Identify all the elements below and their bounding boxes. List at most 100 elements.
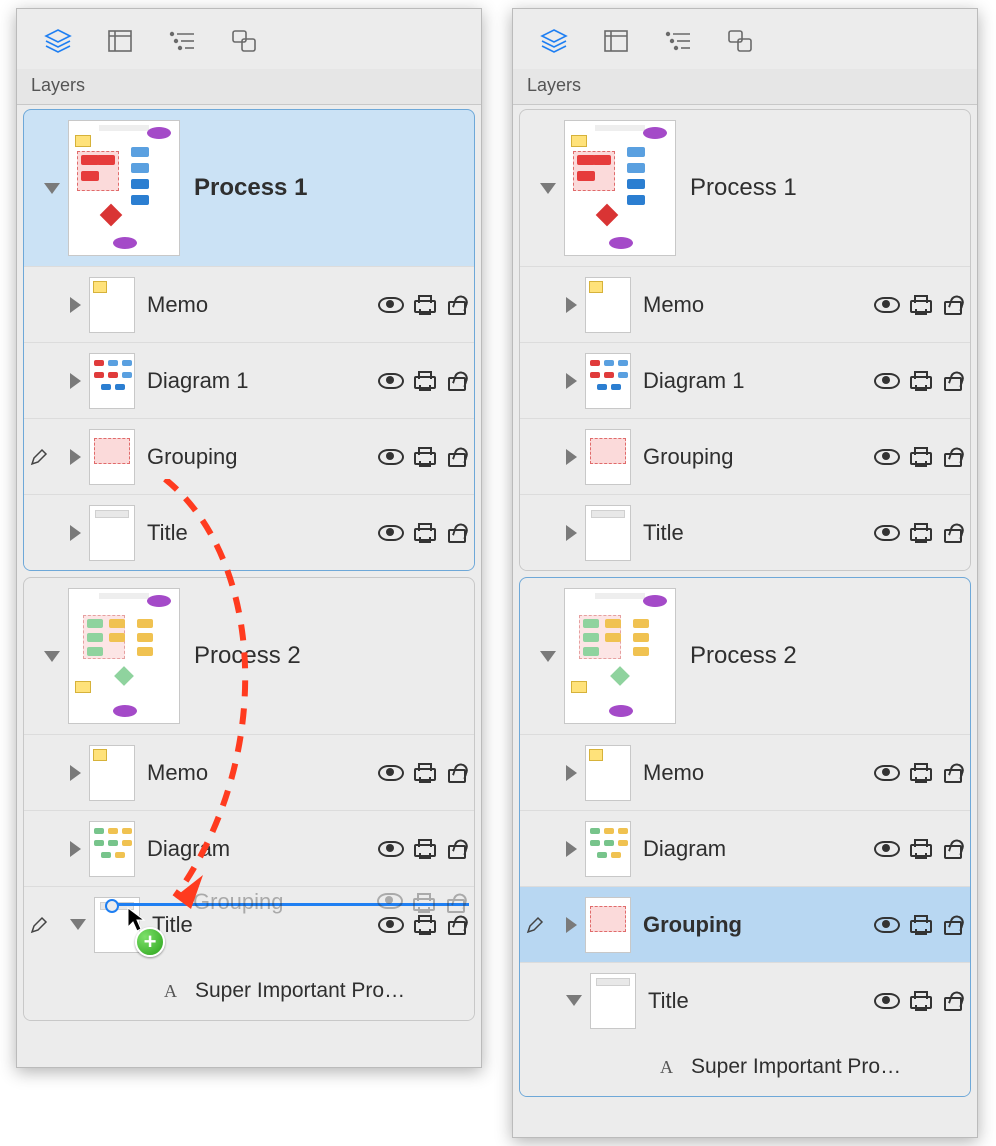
print-icon[interactable] (414, 371, 436, 391)
visibility-icon[interactable] (874, 449, 900, 465)
disclosure-right-icon[interactable] (566, 449, 577, 465)
visibility-icon[interactable] (874, 525, 900, 541)
print-icon[interactable] (910, 447, 932, 467)
layer-row-diagram[interactable]: Diagram (24, 810, 474, 886)
layers-tab-icon[interactable] (43, 27, 73, 55)
print-icon[interactable] (910, 763, 932, 783)
unlock-icon[interactable] (446, 295, 466, 315)
print-icon[interactable] (414, 295, 436, 315)
disclosure-right-icon[interactable] (566, 917, 577, 933)
layer-row-diagram1[interactable]: Diagram 1 (520, 342, 970, 418)
unlock-icon[interactable] (942, 371, 962, 391)
canvas-row-process1[interactable]: Process 1 (24, 110, 474, 266)
layer-row-title[interactable]: Title (520, 494, 970, 570)
unlock-icon[interactable] (942, 915, 962, 935)
canvases-tab-icon[interactable] (601, 27, 631, 55)
visibility-icon[interactable] (874, 841, 900, 857)
disclosure-right-icon[interactable] (70, 297, 81, 313)
layer-row-memo[interactable]: Memo (520, 266, 970, 342)
layers-tab-icon[interactable] (539, 27, 569, 55)
visibility-icon[interactable] (378, 525, 404, 541)
disclosure-right-icon[interactable] (566, 765, 577, 781)
layer-row-title[interactable]: Title (24, 494, 474, 570)
selection-tab-icon[interactable] (229, 27, 259, 55)
panel-title: Layers (513, 69, 977, 105)
visibility-icon[interactable] (378, 373, 404, 389)
visibility-icon[interactable] (378, 841, 404, 857)
disclosure-down-icon[interactable] (566, 995, 582, 1006)
text-item-row[interactable]: A Super Important Pro… (520, 1038, 970, 1096)
layer-row-memo[interactable]: Memo (24, 734, 474, 810)
unlock-icon[interactable] (942, 295, 962, 315)
canvas-row-process2[interactable]: Process 2 (24, 578, 474, 734)
layers-panel-after: Layers Process 1 Memo (512, 8, 978, 1138)
print-icon[interactable] (414, 447, 436, 467)
disclosure-right-icon[interactable] (70, 525, 81, 541)
print-icon[interactable] (910, 295, 932, 315)
visibility-icon[interactable] (378, 297, 404, 313)
canvases-tab-icon[interactable] (105, 27, 135, 55)
visibility-icon[interactable] (874, 993, 900, 1009)
unlock-icon[interactable] (446, 839, 466, 859)
disclosure-right-icon[interactable] (70, 841, 81, 857)
disclosure-down-icon[interactable] (540, 183, 556, 194)
disclosure-right-icon[interactable] (566, 841, 577, 857)
disclosure-down-icon[interactable] (44, 183, 60, 194)
layer-label: Title (648, 988, 874, 1014)
layer-row-grouping[interactable]: Grouping (24, 418, 474, 494)
layer-label: Title (152, 912, 378, 938)
layer-row-grouping[interactable]: Grouping (520, 886, 970, 962)
layer-row-grouping[interactable]: Grouping (520, 418, 970, 494)
layer-row-diagram[interactable]: Diagram (520, 810, 970, 886)
unlock-icon[interactable] (446, 523, 466, 543)
disclosure-right-icon[interactable] (70, 373, 81, 389)
print-icon[interactable] (414, 839, 436, 859)
outline-tab-icon[interactable] (663, 27, 693, 55)
visibility-icon[interactable] (874, 917, 900, 933)
print-icon[interactable] (910, 839, 932, 859)
text-item-row[interactable]: A Super Important Pro… (24, 962, 474, 1020)
unlock-icon[interactable] (446, 915, 466, 935)
unlock-icon[interactable] (942, 839, 962, 859)
disclosure-down-icon[interactable] (70, 919, 86, 930)
visibility-icon[interactable] (874, 297, 900, 313)
canvas-row-process1[interactable]: Process 1 (520, 110, 970, 266)
visibility-icon[interactable] (874, 373, 900, 389)
layer-row-memo[interactable]: Memo (24, 266, 474, 342)
visibility-icon[interactable] (874, 765, 900, 781)
disclosure-right-icon[interactable] (566, 525, 577, 541)
unlock-icon[interactable] (942, 763, 962, 783)
layer-row-title[interactable]: Title (520, 962, 970, 1038)
visibility-icon[interactable] (378, 765, 404, 781)
disclosure-down-icon[interactable] (540, 651, 556, 662)
unlock-icon[interactable] (446, 447, 466, 467)
visibility-icon[interactable] (378, 449, 404, 465)
layer-row-memo[interactable]: Memo (520, 734, 970, 810)
disclosure-right-icon[interactable] (566, 373, 577, 389)
print-icon[interactable] (414, 523, 436, 543)
print-icon[interactable] (910, 915, 932, 935)
print-icon[interactable] (414, 763, 436, 783)
layer-thumbnail (89, 353, 135, 409)
unlock-icon[interactable] (942, 991, 962, 1011)
unlock-icon[interactable] (942, 447, 962, 467)
selection-tab-icon[interactable] (725, 27, 755, 55)
print-icon[interactable] (910, 371, 932, 391)
unlock-icon[interactable] (446, 371, 466, 391)
disclosure-down-icon[interactable] (44, 651, 60, 662)
print-icon[interactable] (910, 523, 932, 543)
disclosure-right-icon[interactable] (70, 765, 81, 781)
print-icon[interactable] (910, 991, 932, 1011)
canvas-row-process2[interactable]: Process 2 (520, 578, 970, 734)
disclosure-right-icon[interactable] (566, 297, 577, 313)
layer-label: Grouping (643, 444, 874, 470)
disclosure-right-icon[interactable] (70, 449, 81, 465)
print-icon[interactable] (414, 915, 436, 935)
outline-tab-icon[interactable] (167, 27, 197, 55)
layer-label: Grouping (147, 444, 378, 470)
unlock-icon[interactable] (942, 523, 962, 543)
visibility-icon[interactable] (378, 917, 404, 933)
layer-row-diagram1[interactable]: Diagram 1 (24, 342, 474, 418)
layer-thumbnail (590, 973, 636, 1029)
unlock-icon[interactable] (446, 763, 466, 783)
